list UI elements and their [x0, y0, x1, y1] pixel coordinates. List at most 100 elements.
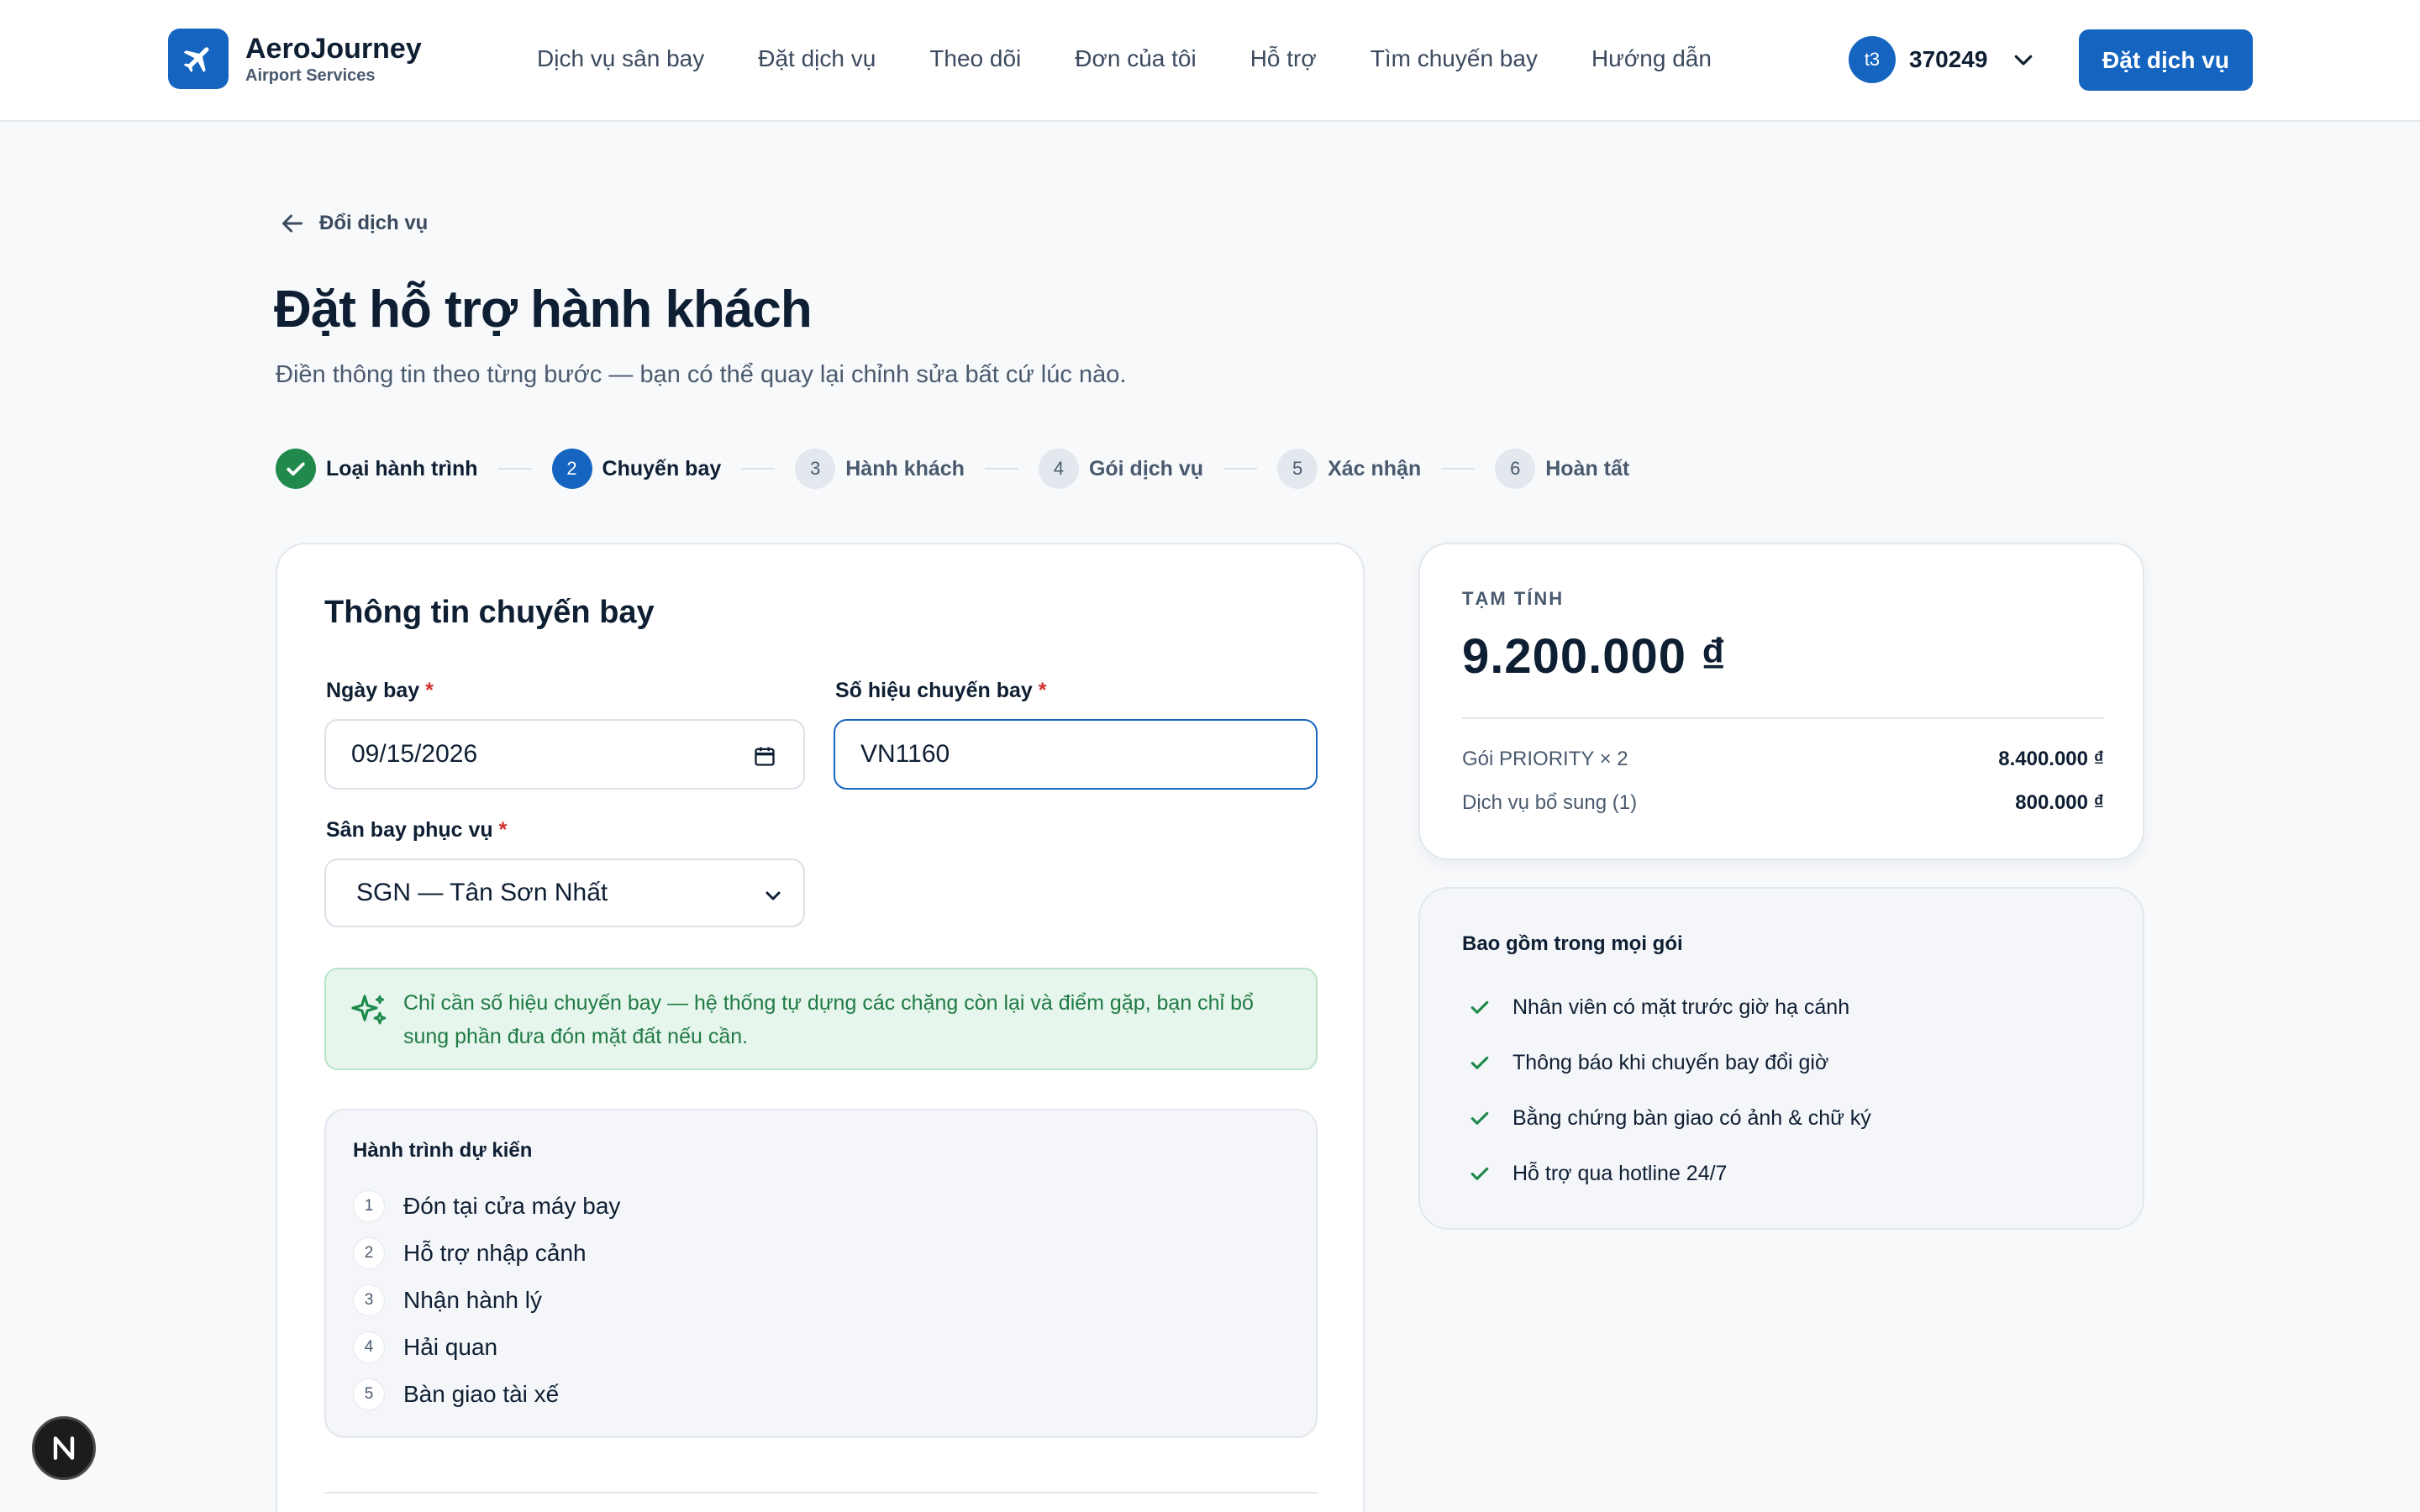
step-complete[interactable]: 6 Hoàn tất [1495, 449, 1629, 489]
journey-step-number: 5 [353, 1378, 385, 1410]
list-item: 5 Bàn giao tài xế [353, 1371, 620, 1418]
top-header: AeroJourney Airport Services Dịch vụ sân… [0, 0, 2420, 122]
journey-step-label: Hải quan [403, 1334, 498, 1360]
subtotal-label: TẠM TÍNH [1462, 588, 1565, 609]
step-number: 6 [1495, 449, 1536, 489]
flight-number-label: Số hiệu chuyến bay * [835, 679, 1047, 702]
journey-step-label: Đón tại cửa máy bay [403, 1193, 621, 1219]
included-item-label: Bằng chứng bàn giao có ảnh & chữ ký [1512, 1105, 1871, 1130]
journey-step-number: 4 [353, 1331, 385, 1363]
check-icon [276, 449, 316, 489]
journey-list: 1 Đón tại cửa máy bay 2 Hỗ trợ nhập cảnh 3… [353, 1183, 620, 1418]
divider [1462, 717, 2104, 719]
step-number: 2 [551, 449, 592, 489]
nextjs-icon[interactable] [32, 1416, 96, 1480]
step-connector [741, 468, 776, 470]
journey-step-label: Bàn giao tài xế [403, 1381, 560, 1407]
step-connector [984, 468, 1018, 470]
list-item: Hỗ trợ qua hotline 24/7 [1467, 1146, 1871, 1201]
summary-row-amount: 800.000 ₫ [2015, 791, 2104, 814]
summary-row-addon: Dịch vụ bổ sung (1) 800.000 ₫ [1462, 791, 2104, 815]
included-title: Bao gồm trong mọi gói [1462, 932, 1683, 955]
check-icon [1470, 1111, 1489, 1125]
step-package[interactable]: 4 Gói dịch vụ [1038, 449, 1204, 489]
step-number: 4 [1038, 449, 1079, 489]
plane-icon [168, 29, 229, 89]
check-icon [1470, 1056, 1489, 1069]
step-label: Gói dịch vụ [1088, 456, 1204, 480]
page-title: Đặt hỗ trợ hành khách [274, 281, 813, 339]
step-label: Chuyến bay [602, 456, 722, 480]
nav-my-orders[interactable]: Đơn của tôi [1075, 42, 1196, 76]
planned-journey: Hành trình dự kiến 1 Đón tại cửa máy bay … [324, 1109, 1318, 1438]
back-link[interactable]: Đổi dịch vụ [277, 208, 428, 239]
flight-number-field[interactable]: VN1160 [834, 719, 1318, 790]
included-features-card: Bao gồm trong mọi gói Nhân viên có mặt t… [1418, 887, 2144, 1230]
chevron-down-icon [765, 891, 781, 900]
date-field[interactable]: 09/15/2026 [324, 719, 805, 790]
step-confirm[interactable]: 5 Xác nhận [1277, 449, 1421, 489]
nav-book-service[interactable]: Đặt dịch vụ [758, 42, 876, 76]
check-icon [1470, 1000, 1489, 1014]
list-item: Bằng chứng bàn giao có ảnh & chữ ký [1467, 1090, 1871, 1146]
journey-step-number: 2 [353, 1237, 385, 1269]
included-item-label: Thông báo khi chuyến bay đổi giờ [1512, 1050, 1829, 1074]
main-nav: Dịch vụ sân bay Đặt dịch vụ Theo dõi Đơn… [537, 42, 1765, 76]
header-book-button[interactable]: Đặt dịch vụ [2079, 29, 2253, 91]
included-item-label: Hỗ trợ qua hotline 24/7 [1512, 1161, 1728, 1185]
airport-label: Sân bay phục vụ * [326, 818, 508, 842]
journey-step-number: 3 [353, 1284, 385, 1316]
date-value: 09/15/2026 [351, 740, 478, 768]
arrow-left-icon [282, 214, 302, 233]
nav-support[interactable]: Hỗ trợ [1250, 42, 1317, 76]
check-icon [1470, 1167, 1489, 1180]
divider [324, 1492, 1318, 1494]
list-item: 1 Đón tại cửa máy bay [353, 1183, 620, 1230]
airport-select[interactable]: SGN — Tân Sơn Nhất [324, 858, 805, 927]
list-item: 4 Hải quan [353, 1324, 620, 1371]
step-passengers[interactable]: 3 Hành khách [795, 449, 965, 489]
step-label: Loại hành trình [326, 456, 478, 480]
step-connector [1223, 468, 1258, 470]
brand[interactable]: AeroJourney Airport Services [168, 29, 422, 89]
journey-step-label: Hỗ trợ nhập cảnh [403, 1240, 587, 1266]
date-label: Ngày bay * [326, 679, 434, 702]
airport-value: SGN — Tân Sơn Nhất [356, 879, 608, 906]
step-label: Xác nhận [1328, 456, 1422, 480]
card-title: Thông tin chuyến bay [324, 595, 655, 630]
step-connector [1441, 468, 1476, 470]
step-trip-type[interactable]: Loại hành trình [276, 449, 478, 489]
brand-name: AeroJourney [245, 33, 422, 65]
chevron-down-icon [2015, 55, 2033, 66]
hint-text: Chỉ cần số hiệu chuyến bay — hệ thống tự… [403, 991, 1254, 1048]
stepper: Loại hành trình 2 Chuyến bay 3 Hành khác… [276, 447, 1629, 491]
journey-step-label: Nhận hành lý [403, 1287, 543, 1313]
back-link-label: Đổi dịch vụ [319, 212, 429, 234]
auto-route-hint: Chỉ cần số hiệu chuyến bay — hệ thống tự… [324, 968, 1318, 1070]
flight-info-card: Thông tin chuyến bay Ngày bay * 09/15/20… [276, 543, 1365, 1512]
summary-row-label: Dịch vụ bổ sung (1) [1462, 791, 1638, 814]
subtotal-value: 9.200.000 ₫ [1462, 629, 1727, 684]
nav-find-flight[interactable]: Tìm chuyến bay [1370, 42, 1538, 76]
list-item: Nhân viên có mặt trước giờ hạ cánh [1467, 979, 1871, 1035]
user-menu[interactable]: t3 370249 [1849, 36, 2036, 83]
list-item: 3 Nhận hành lý [353, 1277, 620, 1324]
included-item-label: Nhân viên có mặt trước giờ hạ cánh [1512, 995, 1850, 1019]
page-subtitle: Điền thông tin theo từng bước — bạn có t… [276, 361, 1127, 388]
flight-number-value: VN1160 [860, 740, 950, 768]
step-number: 3 [795, 449, 836, 489]
nav-track[interactable]: Theo dõi [929, 42, 1021, 76]
step-flight[interactable]: 2 Chuyến bay [551, 449, 722, 489]
included-list: Nhân viên có mặt trước giờ hạ cánh Thông… [1467, 979, 1871, 1201]
summary-row-amount: 8.400.000 ₫ [1998, 748, 2104, 770]
user-name: 370249 [1909, 46, 1988, 72]
brand-subtitle: Airport Services [245, 66, 376, 85]
nav-airport-services[interactable]: Dịch vụ sân bay [537, 42, 704, 76]
calendar-icon[interactable] [753, 744, 776, 768]
list-item: 2 Hỗ trợ nhập cảnh [353, 1230, 620, 1277]
step-label: Hoàn tất [1545, 456, 1630, 480]
nav-guide[interactable]: Hướng dẫn [1591, 42, 1712, 76]
journey-title: Hành trình dự kiến [353, 1139, 533, 1162]
step-number: 5 [1277, 449, 1318, 489]
sparkle-icon [351, 995, 387, 1025]
